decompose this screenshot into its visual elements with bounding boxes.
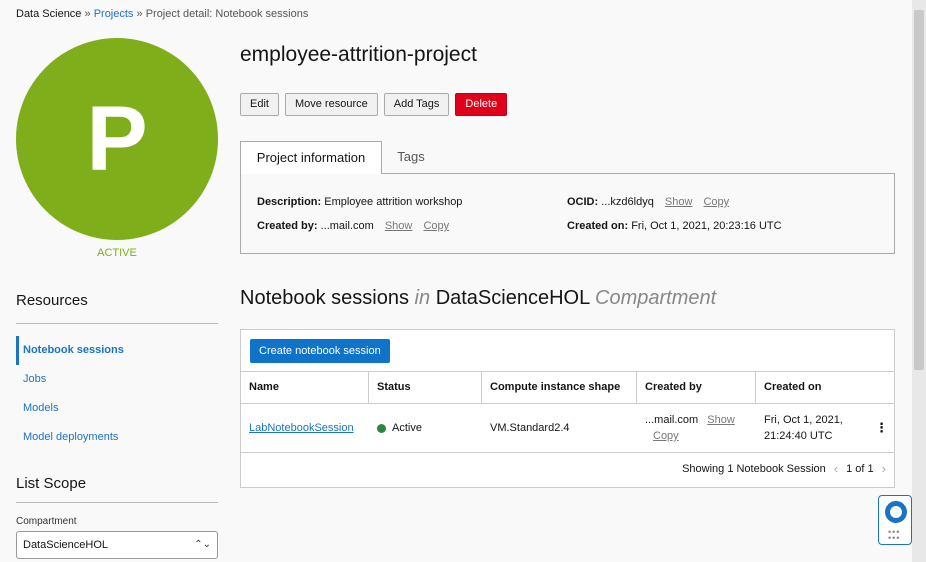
move-resource-button[interactable]: Move resource [284, 93, 378, 116]
cell-shape: VM.Standard2.4 [490, 422, 570, 434]
description-row: Description: Employee attrition workshop [257, 196, 462, 208]
section-title-main: Notebook sessions [240, 287, 409, 309]
notebook-session-link[interactable]: LabNotebookSession [249, 422, 354, 434]
chevron-updown-icon: ⌃⌄ [194, 539, 211, 550]
breadcrumb-current: Project detail: Notebook sessions [145, 8, 309, 20]
ocid-show-link[interactable]: Show [665, 196, 693, 208]
notebook-sessions-table: Create notebook session Name Status Comp… [240, 329, 895, 488]
section-title-in: in [414, 287, 431, 309]
column-header-shape[interactable]: Compute instance shape [482, 372, 637, 403]
tab-project-information[interactable]: Project information [240, 141, 382, 174]
add-tags-button[interactable]: Add Tags [383, 93, 450, 116]
row-copy-link[interactable]: Copy [653, 430, 679, 442]
breadcrumb-data-science[interactable]: Data Science [16, 8, 81, 20]
cell-created-on: Fri, Oct 1, 2021, 21:24:40 UTC [756, 404, 894, 452]
showing-count: Showing 1 Notebook Session [682, 462, 826, 475]
page-scrollbar[interactable] [912, 0, 926, 562]
description-label: Description: [257, 196, 322, 208]
created-by-copy-link[interactable]: Copy [423, 220, 449, 232]
breadcrumb: Data Science » Projects » Project detail… [16, 8, 308, 20]
created-on-line2: 21:24:40 UTC [764, 430, 833, 442]
pager-text: 1 of 1 [846, 462, 874, 475]
ocid-copy-link[interactable]: Copy [703, 196, 729, 208]
delete-button[interactable]: Delete [455, 93, 508, 116]
page-title: employee-attrition-project [240, 43, 477, 66]
action-bar: Edit Move resource Add Tags Delete [240, 93, 508, 116]
prev-page-icon[interactable]: ‹ [834, 461, 838, 476]
cell-name: LabNotebookSession [241, 404, 369, 452]
list-scope-heading: List Scope [16, 475, 87, 492]
resources-heading: Resources [16, 292, 88, 309]
ocid-value: ...kzd6ldyq [601, 196, 654, 208]
created-by-email: ...mail.com [645, 414, 699, 426]
compartment-value: DataScienceHOL [23, 539, 108, 551]
create-notebook-session-button[interactable]: Create notebook session [250, 339, 390, 363]
breadcrumb-separator: » [84, 8, 91, 20]
help-widget[interactable]: ••• ••• [878, 495, 912, 545]
sidebar-item-notebook-sessions[interactable]: Notebook sessions [16, 336, 218, 365]
sidebar-item-models[interactable]: Models [16, 394, 218, 423]
column-header-created-by[interactable]: Created by [637, 372, 756, 403]
next-page-icon[interactable]: › [882, 461, 886, 476]
cell-created-by: ...mail.com Show Copy [637, 404, 756, 452]
edit-button[interactable]: Edit [240, 93, 279, 116]
created-on-label: Created on: [567, 220, 629, 232]
drag-grip-icon: ••• ••• [888, 527, 901, 543]
row-show-link[interactable]: Show [707, 414, 735, 426]
avatar-letter: P [86, 87, 148, 190]
project-info-panel: Description: Employee attrition workshop… [240, 173, 895, 254]
section-title-compartment: DataScienceHOL [435, 287, 590, 309]
section-title-suffix: Compartment [595, 287, 717, 309]
created-by-value: ...mail.com [320, 220, 374, 232]
lifebuoy-icon [885, 501, 907, 523]
table-header: Name Status Compute instance shape Creat… [241, 371, 894, 404]
column-header-status[interactable]: Status [369, 372, 482, 403]
section-title: Notebook sessions in DataScienceHOL Comp… [240, 287, 716, 310]
description-value: Employee attrition workshop [324, 196, 463, 208]
created-on-value: Fri, Oct 1, 2021, 20:23:16 UTC [631, 220, 782, 232]
column-header-name[interactable]: Name [241, 372, 369, 403]
cell-status: Active [369, 404, 482, 452]
table-footer: Showing 1 Notebook Session ‹ 1 of 1 › [682, 461, 886, 476]
divider [16, 502, 218, 503]
resources-list: Notebook sessions Jobs Models Model depl… [16, 336, 218, 452]
created-on-row: Created on: Fri, Oct 1, 2021, 20:23:16 U… [567, 220, 782, 232]
sidebar-item-model-deployments[interactable]: Model deployments [16, 423, 218, 452]
ocid-row: OCID: ...kzd6ldyq Show Copy [567, 196, 729, 208]
column-header-created-on[interactable]: Created on [756, 372, 894, 403]
status-text: Active [392, 422, 422, 434]
compartment-select[interactable]: DataScienceHOL ⌃⌄ [16, 531, 218, 559]
table-row: LabNotebookSession Active VM.Standard2.4… [241, 404, 894, 453]
copy-line: Copy [645, 428, 679, 444]
ocid-label: OCID: [567, 196, 599, 208]
created-by-line: ...mail.com Show [645, 412, 735, 428]
project-avatar: P [16, 38, 218, 240]
sidebar-item-jobs[interactable]: Jobs [16, 365, 218, 394]
created-by-label: Created by: [257, 220, 318, 232]
breadcrumb-separator: » [136, 8, 143, 20]
scrollbar-thumb[interactable] [914, 10, 924, 370]
status-dot-icon [377, 423, 386, 433]
created-on-line1: Fri, Oct 1, 2021, [764, 414, 843, 426]
row-actions-kebab-icon[interactable]: ⋮ [875, 420, 888, 436]
tab-tags[interactable]: Tags [382, 141, 440, 173]
created-by-row: Created by: ...mail.com Show Copy [257, 220, 449, 232]
compartment-label: Compartment [16, 516, 77, 527]
breadcrumb-projects-link[interactable]: Projects [94, 8, 134, 20]
divider [16, 323, 218, 324]
created-by-show-link[interactable]: Show [385, 220, 413, 232]
project-state: ACTIVE [97, 247, 137, 259]
